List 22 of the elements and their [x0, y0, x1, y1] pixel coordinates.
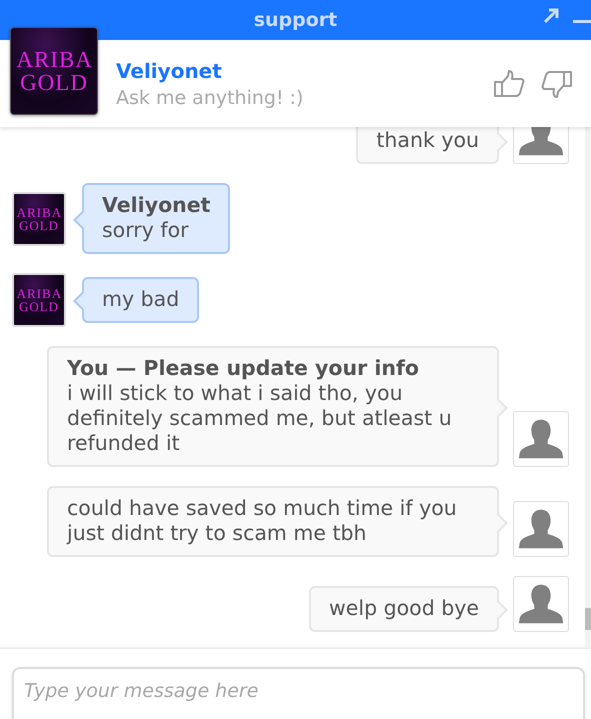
- message-sender: Veliyonet: [102, 193, 210, 218]
- agent-name: Veliyonet: [116, 58, 223, 82]
- message-text: could have saved so much time if you just didnt try to scam me tbh: [67, 496, 458, 546]
- message-text: sorry for: [102, 218, 190, 243]
- thumbs-down-icon[interactable]: [541, 70, 573, 98]
- user-avatar-icon: [513, 411, 569, 467]
- message-text: i will stick to what i said tho, you definitely scammed me, but atleast u refunded it: [67, 381, 453, 456]
- user-avatar-icon: [513, 501, 569, 557]
- expand-icon[interactable]: [543, 8, 559, 24]
- agent-avatar-logo: ARIBA GOLD: [12, 273, 66, 327]
- message-text: thank you: [376, 128, 479, 153]
- message-input[interactable]: Type your message here: [12, 667, 585, 719]
- agent-subtitle: Ask me anything! :): [116, 86, 304, 108]
- message-text: my bad: [102, 287, 180, 312]
- thumbs-up-icon[interactable]: [493, 70, 525, 98]
- user-avatar-icon: [513, 576, 569, 632]
- scrollbar[interactable]: [585, 127, 591, 648]
- agent-avatar-logo: ARIBA GOLD: [12, 192, 66, 246]
- window-title: support: [254, 9, 338, 31]
- brand-logo: ARIBA GOLD: [10, 27, 98, 115]
- message-sender: You — Please update your info: [67, 356, 420, 381]
- message-text: welp good bye: [329, 596, 479, 621]
